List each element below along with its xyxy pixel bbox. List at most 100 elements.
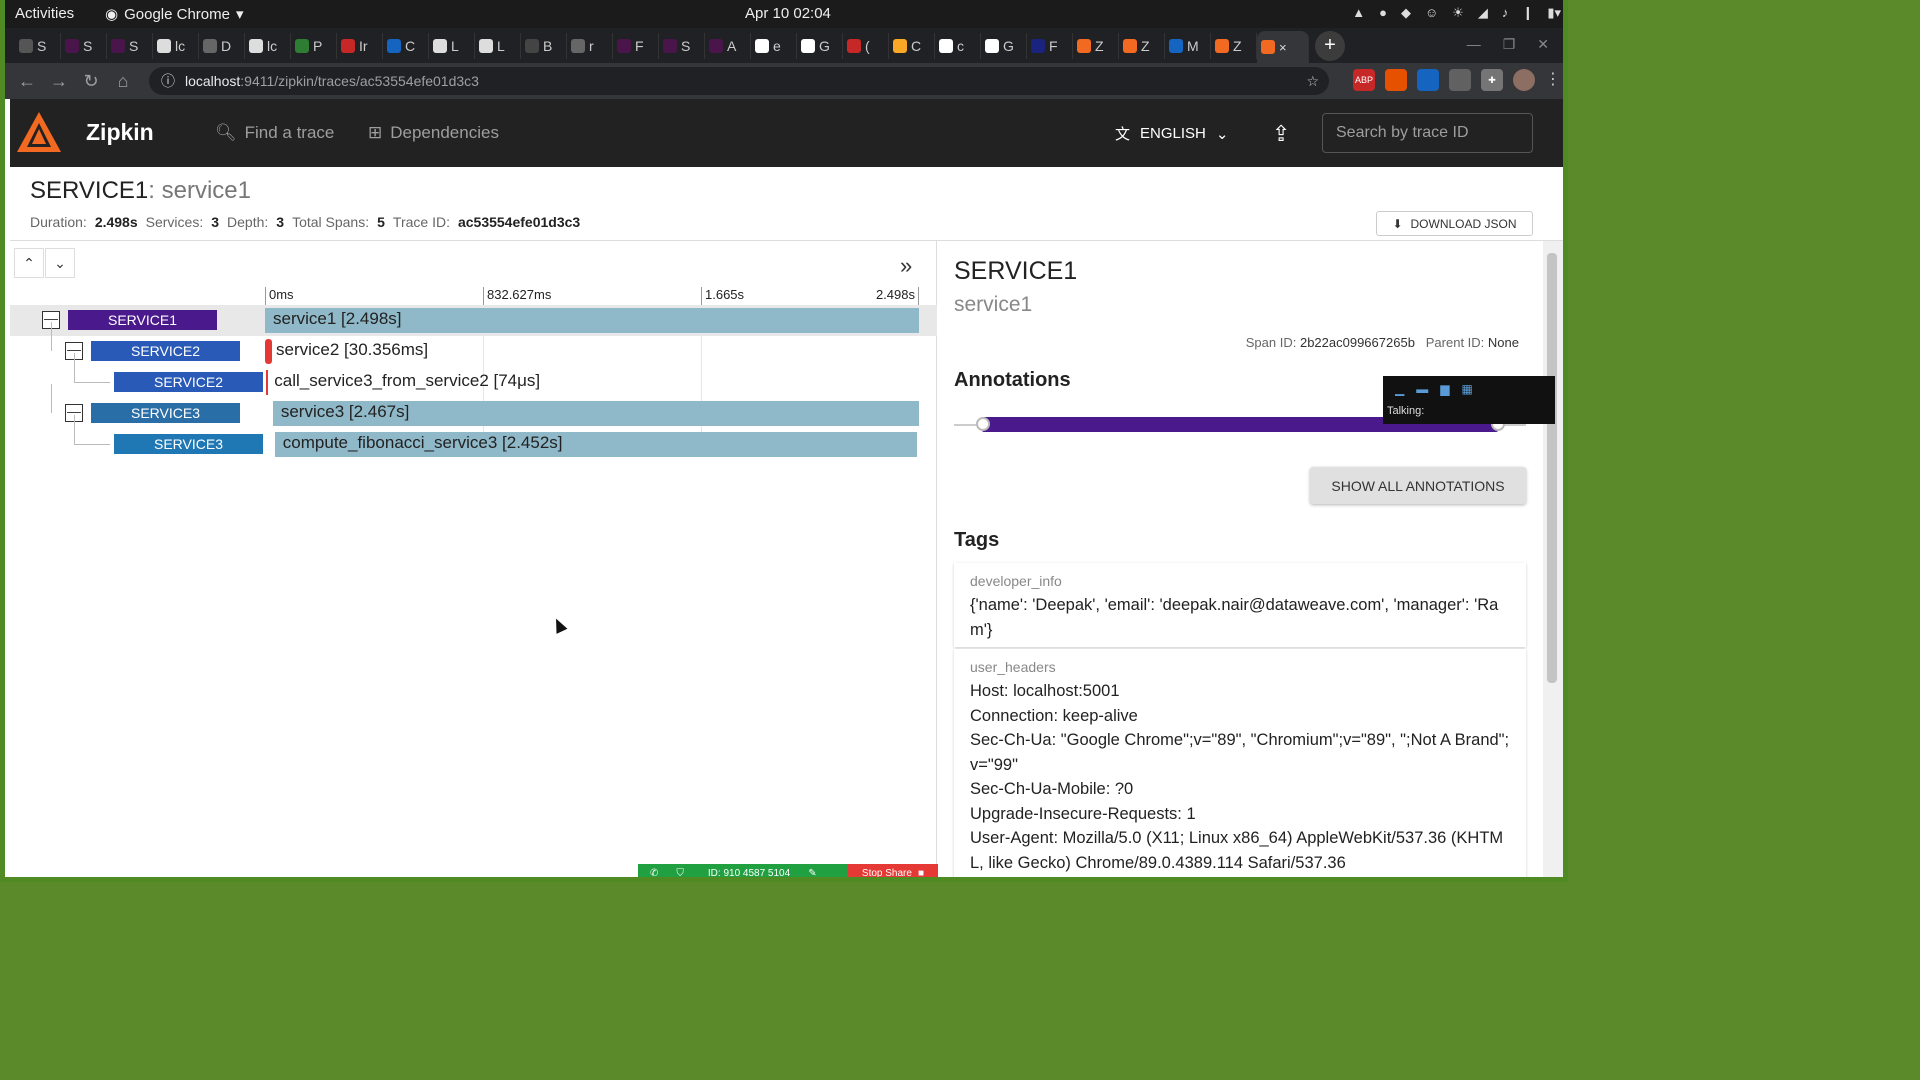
browser-tab[interactable]: C <box>889 32 935 59</box>
app-menu[interactable]: ◉ Google Chrome ▾ <box>105 5 244 24</box>
browser-tab[interactable]: S <box>15 32 61 59</box>
nav-find-trace[interactable]: 🔍︎ Find a trace <box>215 123 334 143</box>
expand-down-button[interactable]: ⌄ <box>45 248 75 278</box>
upload-icon[interactable]: ⇪ <box>1272 121 1290 147</box>
info-icon[interactable]: ⓘ <box>161 71 175 91</box>
extension-icon[interactable] <box>1417 69 1439 91</box>
annotation-start-knob[interactable] <box>976 417 990 431</box>
accessibility-icon[interactable]: ☺ <box>1425 5 1438 21</box>
browser-tab[interactable]: c <box>935 32 981 59</box>
browser-tab[interactable]: e <box>751 32 797 59</box>
avatar[interactable] <box>1513 69 1535 91</box>
browser-tab[interactable]: A <box>705 32 751 59</box>
stop-share-button[interactable]: Stop Share ■ <box>847 864 938 877</box>
screen-share-bar: ✆ ⛉ ID: 910 4587 5104 ✎ Stop Share ■ <box>638 864 938 878</box>
volume-icon[interactable]: ♪ <box>1502 5 1509 21</box>
browser-tab[interactable]: L <box>429 32 475 59</box>
browser-tab[interactable]: G <box>981 32 1027 59</box>
chevron-up-icon: ⌃ <box>23 254 35 271</box>
puzzle-icon[interactable]: ✚ <box>1481 69 1503 91</box>
clock[interactable]: Apr 10 02:04 <box>745 5 831 22</box>
battery-icon[interactable]: ▮▾ <box>1547 5 1561 21</box>
mic-icon[interactable]: ❙ <box>1522 5 1533 21</box>
close-tab-icon[interactable]: × <box>1279 40 1287 55</box>
extension-icon[interactable] <box>1449 69 1471 91</box>
extension-icon[interactable] <box>1385 69 1407 91</box>
adblock-icon[interactable]: ABP <box>1353 69 1375 91</box>
address-bar[interactable]: ⓘ localhost:9411/zipkin/traces/ac53554ef… <box>149 67 1329 95</box>
chrome-icon: ◉ <box>105 6 119 23</box>
browser-tab[interactable]: Z <box>1073 32 1119 59</box>
browser-tab[interactable]: lc <box>153 32 199 59</box>
tab-label: Z <box>1141 37 1150 54</box>
span-bar[interactable] <box>265 339 272 364</box>
browser-tab[interactable]: S <box>107 32 153 59</box>
scrollbar[interactable] <box>1543 241 1563 877</box>
close-window-icon[interactable]: ✕ <box>1537 36 1549 53</box>
browser-tab[interactable]: L <box>475 32 521 59</box>
system-tray[interactable]: ▲ ● ◆ ☺ ☀ ◢ ♪ ❙ ▮▾ <box>1352 5 1561 21</box>
mic-icon[interactable]: ✎ <box>808 868 816 878</box>
duration-value: 2.498s <box>94 214 138 230</box>
favicon-icon <box>617 38 631 53</box>
kebab-menu-icon[interactable]: ⋮ <box>1545 69 1561 91</box>
browser-tab[interactable]: P <box>291 32 337 59</box>
bookmark-star-icon[interactable]: ☆ <box>1306 73 1319 90</box>
expand-detail-icon[interactable]: » <box>900 253 912 279</box>
browser-tab[interactable]: lc <box>245 32 291 59</box>
browser-tab[interactable]: G <box>797 32 843 59</box>
forward-icon[interactable]: → <box>43 71 75 92</box>
reload-icon[interactable]: ↻ <box>75 71 107 92</box>
language-selector[interactable]: 文 ENGLISH ⌄ <box>1115 123 1228 144</box>
tab-active[interactable]: × <box>1257 31 1309 63</box>
browser-tab[interactable]: S <box>659 32 705 59</box>
browser-tab[interactable]: M <box>1165 32 1211 59</box>
zipkin-logo-icon[interactable] <box>15 109 63 157</box>
show-all-annotations-button[interactable]: SHOW ALL ANNOTATIONS <box>1310 467 1526 504</box>
span-row[interactable]: — SERVICE3 service3 [2.467s] <box>10 384 937 429</box>
span-row[interactable]: SERVICE3 compute_fibonacci_service3 [2.45… <box>10 415 937 460</box>
dropbox-icon[interactable]: ◆ <box>1401 5 1411 21</box>
nav-dependencies[interactable]: ⊞ Dependencies <box>368 123 499 143</box>
span-bar[interactable] <box>266 370 269 395</box>
wifi-icon[interactable]: ◢ <box>1478 5 1488 21</box>
favicon-icon <box>571 38 585 53</box>
browser-tab[interactable]: Z <box>1119 32 1165 59</box>
phone-icon[interactable]: ✆ <box>650 868 658 878</box>
brightness-icon[interactable]: ☀ <box>1452 5 1464 21</box>
browser-tab[interactable]: Z <box>1211 32 1257 59</box>
detail-span: service1 <box>954 293 1033 316</box>
browser-tab[interactable]: ( <box>843 32 889 59</box>
browser-tab[interactable]: Ir <box>337 32 383 59</box>
browser-tab[interactable]: F <box>613 32 659 59</box>
brand-name[interactable]: Zipkin <box>86 119 154 146</box>
span-row[interactable]: SERVICE2 call_service3_from_service2 [74μ… <box>10 353 937 398</box>
span-row[interactable]: — SERVICE2 service2 [30.356ms] <box>10 322 937 367</box>
trace-id-search-input[interactable]: Search by trace ID <box>1322 113 1533 153</box>
span-label: service2 [30.356ms] <box>276 340 429 359</box>
collapse-up-button[interactable]: ⌃ <box>14 248 44 278</box>
minimize-icon[interactable]: ▁ <box>1395 382 1404 396</box>
browser-tab[interactable]: B <box>521 32 567 59</box>
activities-button[interactable]: Activities <box>15 5 74 22</box>
favicon-icon <box>1123 38 1137 53</box>
browser-tab[interactable]: D <box>199 32 245 59</box>
scrollbar-thumb[interactable] <box>1547 253 1557 683</box>
back-icon[interactable]: ← <box>11 71 43 92</box>
browser-tab[interactable]: C <box>383 32 429 59</box>
small-view-icon[interactable]: ▬ <box>1416 382 1428 396</box>
large-view-icon[interactable]: ▆ <box>1440 382 1449 396</box>
span-row[interactable]: — SERVICE1 service1 [2.498s] <box>10 305 937 336</box>
minimize-icon[interactable]: — <box>1467 36 1481 53</box>
new-tab-button[interactable]: + <box>1315 30 1345 61</box>
home-icon[interactable]: ⌂ <box>107 71 139 92</box>
record-icon[interactable]: ● <box>1379 5 1387 21</box>
maximize-icon[interactable]: ❐ <box>1503 36 1516 53</box>
grid-view-icon[interactable]: ▦ <box>1461 382 1472 396</box>
vlc-icon[interactable]: ▲ <box>1352 5 1365 21</box>
browser-tab[interactable]: S <box>61 32 107 59</box>
browser-tab[interactable]: F <box>1027 32 1073 59</box>
download-json-button[interactable]: ⬇ DOWNLOAD JSON <box>1376 211 1533 236</box>
favicon-icon <box>387 38 401 53</box>
browser-tab[interactable]: r <box>567 32 613 59</box>
